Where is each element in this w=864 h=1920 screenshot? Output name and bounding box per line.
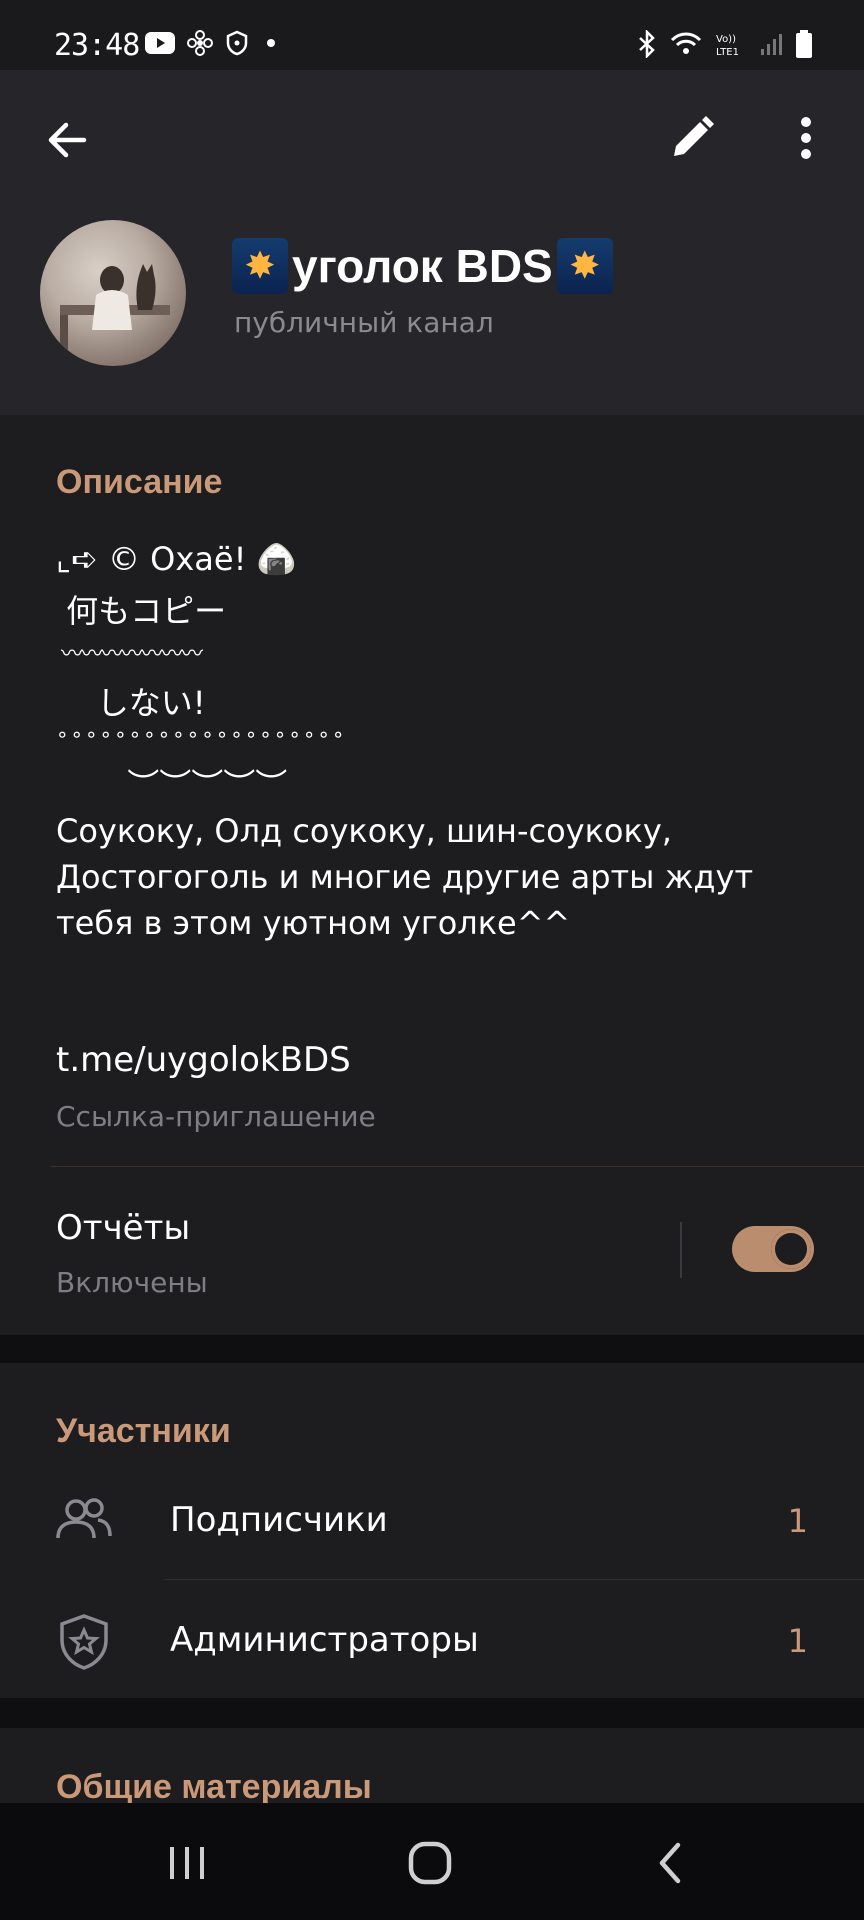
administrators-label: Администраторы xyxy=(170,1620,479,1660)
svg-text:Vo)): Vo)) xyxy=(716,34,736,45)
signal-icon xyxy=(761,34,782,55)
status-time: 23:48 xyxy=(54,28,140,63)
description-line: ⌞➪ © Охаё! 🍙 xyxy=(56,540,297,578)
reports-label: Отчёты xyxy=(56,1208,191,1248)
invite-link[interactable]: t.me/uygolokBDS xyxy=(56,1040,351,1080)
reports-status: Включены xyxy=(56,1266,208,1299)
battery-icon xyxy=(796,30,812,58)
people-icon xyxy=(56,1498,112,1539)
section-gap xyxy=(0,1698,864,1728)
bluetooth-icon xyxy=(639,30,655,58)
back-nav-button[interactable] xyxy=(642,1833,702,1893)
firework-emoji-icon: ✸ xyxy=(232,238,288,294)
subscribers-count: 1 xyxy=(787,1502,808,1540)
edit-button[interactable] xyxy=(664,110,720,166)
channel-name: уголок BDS xyxy=(292,240,553,292)
divider xyxy=(50,1166,864,1167)
description-line: ∘∘∘∘∘∘∘∘∘∘∘∘∘∘∘∘∘∘∘∘ xyxy=(56,722,347,746)
description-line: しない! xyxy=(56,684,206,722)
members-title: Участники xyxy=(56,1412,231,1450)
volte-icon: Vo)) LTE1 xyxy=(716,34,739,57)
subscribers-label: Подписчики xyxy=(170,1500,388,1540)
separator xyxy=(680,1222,682,1278)
toggle-knob xyxy=(771,1229,811,1269)
shield-star-icon xyxy=(60,1614,108,1670)
divider xyxy=(164,1579,864,1580)
system-navigation-bar xyxy=(0,1803,864,1920)
recent-apps-button[interactable] xyxy=(158,1833,218,1893)
description-line: Достогоголь и многие другие арты ждут xyxy=(56,858,754,896)
channel-avatar[interactable] xyxy=(40,220,186,366)
status-bar: 23:48 Vo)) LTE1 xyxy=(0,0,864,70)
section-gap xyxy=(0,1335,864,1363)
description-line: 〰〰〰〰〰〰〰 xyxy=(56,642,203,667)
status-icons-right: Vo)) LTE1 xyxy=(636,30,812,58)
description-line: тебя в этом уютном уголке^^ xyxy=(56,904,571,942)
channel-type: публичный канал xyxy=(234,306,494,339)
description-title: Описание xyxy=(56,463,223,501)
dot-icon xyxy=(267,39,275,47)
description-line: Соукоку, Олд соукоку, шин-соукоку, xyxy=(56,812,672,850)
status-icons-left xyxy=(145,30,281,56)
shared-title: Общие материалы xyxy=(56,1768,372,1806)
back-button[interactable] xyxy=(40,112,96,168)
firework-emoji-icon: ✸ xyxy=(556,238,613,294)
channel-title: ✸ уголок BDS ✸ xyxy=(232,238,613,294)
fan-icon xyxy=(187,30,213,56)
more-options-button[interactable] xyxy=(780,110,836,166)
avatar-image xyxy=(60,264,170,366)
shield-status-icon xyxy=(226,30,248,56)
svg-text:LTE1: LTE1 xyxy=(716,47,739,57)
invite-link-label: Ссылка-приглашение xyxy=(56,1100,376,1133)
description-line: ︶︶︶︶︶ xyxy=(56,766,288,804)
youtube-icon xyxy=(145,32,175,54)
reports-toggle[interactable] xyxy=(732,1226,814,1272)
wifi-icon xyxy=(670,32,702,54)
description-line: 何もコピー xyxy=(56,592,227,630)
administrators-count: 1 xyxy=(787,1622,808,1660)
home-button[interactable] xyxy=(400,1833,460,1893)
